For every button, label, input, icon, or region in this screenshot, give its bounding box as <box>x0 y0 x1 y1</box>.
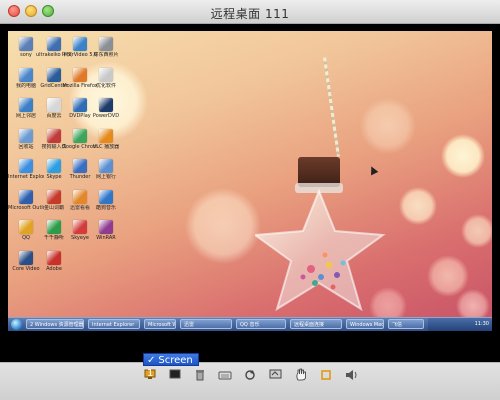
desktop-icon-image <box>73 128 87 143</box>
taskbar-button[interactable]: 飞信 <box>388 319 424 329</box>
desktop-icon-image <box>73 159 87 173</box>
desktop-icon-label: VLC 播放器 <box>92 143 120 150</box>
desktop-icon[interactable]: DVDPlay <box>66 98 94 126</box>
desktop-icon-image <box>99 220 113 234</box>
remote-desktop[interactable]: sonyultrakeiko 中文版InterVideo 5.0.1好东西照片我… <box>8 31 492 317</box>
wallpaper-star-bottle <box>255 157 386 312</box>
desktop-icon-image <box>99 67 113 82</box>
desktop-icon[interactable]: 迅雷看看 <box>66 189 94 218</box>
desktop-icon-image <box>73 67 87 82</box>
desktop-icon[interactable]: Skype <box>40 159 68 187</box>
desktop-icon-image <box>19 128 33 143</box>
desktop-icon-image <box>19 98 33 112</box>
desktop-icon[interactable]: 网上邻居 <box>12 98 40 126</box>
desktop-icon-image <box>99 37 113 51</box>
desktop-icon[interactable]: Mozilla Firefox <box>62 67 98 96</box>
desktop-icon[interactable]: 搜狗输入法 <box>40 128 68 157</box>
desktop-icon[interactable]: Adobe <box>40 250 68 279</box>
desktop-icon-image <box>99 128 113 143</box>
desktop-icon[interactable]: Thunder <box>66 159 94 187</box>
desktop-icon-image <box>19 67 33 82</box>
desktop-icon[interactable]: 好东西照片 <box>92 37 120 65</box>
taskbar-button[interactable]: Internet Explorer <box>88 319 140 329</box>
desktop-icon-label: 优化软件 <box>95 82 116 89</box>
desktop-icon-image <box>99 159 113 173</box>
taskbar-button[interactable]: Microsoft Word <box>144 319 176 329</box>
fullscreen-icon[interactable] <box>268 368 282 381</box>
keyboard-icon[interactable] <box>218 368 232 381</box>
desktop-icon[interactable]: 百度云 <box>40 98 68 126</box>
desktop-icon-image <box>99 98 113 112</box>
desktop-icon-image <box>19 220 33 234</box>
desktop-icon[interactable]: WinRAR <box>92 220 120 248</box>
desktop-icon-image <box>47 67 61 82</box>
trash-icon[interactable] <box>193 368 207 381</box>
taskbar-button[interactable]: 远程桌面连接 <box>290 319 342 329</box>
desktop-icon[interactable]: 酷狗音乐 <box>92 189 120 218</box>
start-button[interactable] <box>11 319 22 330</box>
desktop-icon-label: WinRAR <box>96 235 116 241</box>
desktop-icon[interactable]: InterVideo 5.0.1 <box>62 37 98 65</box>
system-tray: 11:30 <box>428 318 492 331</box>
desktop-icon[interactable]: PowerDVD <box>92 98 120 126</box>
crop-icon[interactable] <box>319 368 333 381</box>
desktop-icon[interactable]: VLC 播放器 <box>92 128 120 157</box>
wallpaper-string <box>323 57 340 157</box>
desktop-icon-image <box>19 37 33 51</box>
refresh-icon[interactable] <box>243 368 257 381</box>
taskbar-button[interactable]: Windows Media <box>346 319 384 329</box>
desktop-icon[interactable]: 我的电脑 <box>12 67 40 96</box>
desktop-icon-image <box>47 37 61 51</box>
desktop-icon-image <box>19 250 33 265</box>
desktop-icon[interactable]: GridCenter <box>40 67 68 96</box>
desktop-icon[interactable]: 优化软件 <box>92 67 120 96</box>
window-title: 远程桌面 111 <box>210 7 290 21</box>
remote-taskbar: 2 Windows 资源管理器 Internet Explorer Microsof… <box>8 317 492 331</box>
desktop-icon[interactable]: Core Video <box>12 250 40 279</box>
desktop-icon[interactable]: ultrakeiko 中文版 <box>36 37 72 65</box>
desktop-icon[interactable]: Internet Explorer <box>8 159 44 187</box>
desktop-icon-image <box>73 220 87 234</box>
desktop-icon-image <box>47 128 61 143</box>
desktop-icon-image <box>99 189 113 204</box>
taskbar-button[interactable]: QQ 音乐 <box>236 319 286 329</box>
desktop-icon[interactable]: 千千静听 <box>40 220 68 248</box>
desktop-icon[interactable]: 回收站 <box>12 128 40 157</box>
desktop-icon-label: 酷狗音乐 <box>95 204 116 211</box>
screen-menu-item[interactable]: ✓ Screen 1 <box>143 353 199 379</box>
desktop-icon[interactable]: 网上银行 <box>92 159 120 187</box>
desktop-icon-image <box>19 189 33 204</box>
desktop-icon[interactable]: sony <box>12 37 40 65</box>
desktop-icon-image <box>47 189 61 204</box>
desktop-icon-image <box>73 37 87 51</box>
desktop-icon[interactable]: 金山词霸 <box>40 189 68 218</box>
taskbar-button[interactable]: 2 Windows 资源管理器 <box>26 319 84 329</box>
checkmark-icon: ✓ <box>147 355 156 366</box>
hand-icon[interactable] <box>294 368 308 381</box>
desktop-icon-image <box>73 189 87 204</box>
desktop-icon[interactable]: QQ <box>12 220 40 248</box>
desktop-icon-image <box>47 159 61 173</box>
desktop-icon[interactable]: Google Chrome <box>62 128 98 157</box>
desktop-icon-image <box>19 159 33 173</box>
desktop-icon-label: PowerDVD <box>92 113 120 119</box>
tray-clock: 11:30 <box>474 321 489 327</box>
desktop-icon[interactable]: Microsoft Outlook <box>8 189 44 218</box>
speaker-icon[interactable] <box>344 368 358 381</box>
display-icon[interactable] <box>168 368 182 381</box>
taskbar-button[interactable]: 迅雷 <box>180 319 232 329</box>
desktop-icon-image <box>47 98 61 112</box>
desktop-icon[interactable]: Skyeye <box>66 220 94 248</box>
desktop-icon-label: 好东西照片 <box>93 52 119 58</box>
title-bar[interactable]: 远程桌面 111 <box>0 0 500 24</box>
desktop-icon-image <box>47 220 61 234</box>
desktop-icon-label: 网上银行 <box>95 174 116 180</box>
remote-desktop-window: 远程桌面 111 sonyultrakeiko 中文版InterVideo 5.… <box>0 0 500 400</box>
desktop-icon-image <box>47 250 61 265</box>
desktop-icon-image <box>73 98 87 112</box>
desktop-icon-label: Adobe <box>46 265 62 272</box>
